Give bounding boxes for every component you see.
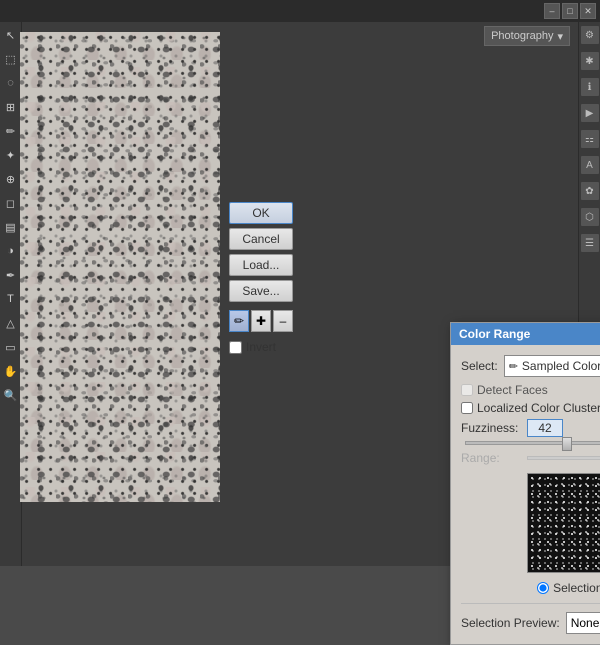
photography-preset[interactable]: Photography ▾ xyxy=(484,26,570,46)
fuzziness-label: Fuzziness: xyxy=(461,421,521,435)
range-track xyxy=(527,456,600,460)
crop-tool-icon[interactable]: ⊞ xyxy=(2,98,20,116)
left-toolbar: ↖ ⬚ ◌ ⊞ ✏ ✦ ⊕ ◻ ▤ ◑ ✒ T △ ▭ ✋ 🔍 xyxy=(0,22,22,566)
dialog-title: Color Range xyxy=(459,327,530,341)
selection-label: Selection xyxy=(553,581,600,595)
preset-arrow: ▾ xyxy=(557,30,563,43)
eyedropper-tools: ✏ ✚ – xyxy=(229,310,293,332)
selection-radio-option[interactable]: Selection xyxy=(537,581,600,595)
preview-dots xyxy=(528,474,600,572)
minimize-button[interactable]: – xyxy=(544,3,560,19)
panel-icon-3[interactable]: ℹ xyxy=(581,78,599,96)
brush-tool-icon[interactable]: ✦ xyxy=(2,146,20,164)
hand-tool-icon[interactable]: ✋ xyxy=(2,362,20,380)
localized-clusters-label: Localized Color Clusters xyxy=(477,401,600,415)
invert-row: Invert xyxy=(229,340,293,354)
dialog-body: Select: ✏ Sampled Colors ▾ Detect Faces xyxy=(451,345,600,644)
select-dropdown[interactable]: ✏ Sampled Colors ▾ xyxy=(504,355,600,377)
zoom-tool-icon[interactable]: 🔍 xyxy=(2,386,20,404)
invert-checkbox[interactable] xyxy=(229,341,242,354)
select-tool-icon[interactable]: ⬚ xyxy=(2,50,20,68)
granite-texture xyxy=(20,32,220,502)
detect-faces-checkbox[interactable] xyxy=(461,384,473,396)
gradient-tool-icon[interactable]: ▤ xyxy=(2,218,20,236)
ok-button[interactable]: OK xyxy=(229,202,293,224)
restore-button[interactable]: □ xyxy=(562,3,578,19)
fuzziness-slider-thumb[interactable] xyxy=(562,437,572,451)
preset-label: Photography xyxy=(491,30,553,42)
panel-icon-4[interactable]: ▶ xyxy=(581,104,599,122)
preview-sel-label: Selection Preview: xyxy=(461,616,560,630)
move-tool-icon[interactable]: ↖ xyxy=(2,26,20,44)
fuzziness-input[interactable] xyxy=(527,419,563,437)
panel-icon-7[interactable]: ✿ xyxy=(581,182,599,200)
clone-tool-icon[interactable]: ⊕ xyxy=(2,170,20,188)
fuzziness-slider-track xyxy=(465,441,600,445)
localized-clusters-row: Localized Color Clusters xyxy=(461,401,600,415)
panel-icon-2[interactable]: ✱ xyxy=(581,52,599,70)
dodge-tool-icon[interactable]: ◑ xyxy=(2,242,20,260)
cancel-button[interactable]: Cancel xyxy=(229,228,293,250)
panel-icon-6[interactable]: A xyxy=(581,156,599,174)
localized-clusters-checkbox[interactable] xyxy=(461,402,473,414)
lasso-tool-icon[interactable]: ◌ xyxy=(2,74,20,92)
preview-area xyxy=(527,473,600,573)
eyedropper-tool-subtract[interactable]: – xyxy=(273,310,293,332)
window-titlebar: – □ ✕ xyxy=(0,0,600,22)
dialog-titlebar[interactable]: Color Range ✕ xyxy=(451,323,600,345)
detect-faces-label: Detect Faces xyxy=(477,383,548,397)
fuzziness-slider-container xyxy=(461,441,600,445)
pen-tool-icon[interactable]: ✒ xyxy=(2,266,20,284)
eraser-tool-icon[interactable]: ◻ xyxy=(2,194,20,212)
range-row: Range: % xyxy=(461,451,600,465)
range-label: Range: xyxy=(461,451,521,465)
eyedropper-tool-1[interactable]: ✏ xyxy=(229,310,249,332)
select-value: Sampled Colors xyxy=(522,359,600,373)
select-label: Select: xyxy=(461,359,498,373)
panel-icon-1[interactable]: ⚙ xyxy=(581,26,599,44)
load-button[interactable]: Load... xyxy=(229,254,293,276)
panel-icon-5[interactable]: ⚏ xyxy=(581,130,599,148)
save-button[interactable]: Save... xyxy=(229,280,293,302)
selection-radio[interactable] xyxy=(537,582,549,594)
select-row: Select: ✏ Sampled Colors ▾ xyxy=(461,355,600,377)
preview-dropdown[interactable]: None ▾ xyxy=(566,612,600,634)
select-dropdown-text: ✏ Sampled Colors xyxy=(509,359,600,373)
close-button[interactable]: ✕ xyxy=(580,3,596,19)
select-eyedropper-icon: ✏ xyxy=(509,360,518,373)
image-canvas xyxy=(20,32,220,502)
type-tool-icon[interactable]: T xyxy=(2,290,20,308)
workspace: Photography ▾ ↖ ⬚ ◌ ⊞ ✏ ✦ ⊕ ◻ ▤ ◑ ✒ T △ … xyxy=(0,22,600,566)
eyedropper-tool-icon[interactable]: ✏ xyxy=(2,122,20,140)
granite-inner xyxy=(20,32,220,502)
preview-value: None xyxy=(571,616,600,630)
invert-label: Invert xyxy=(246,340,276,354)
dialog-buttons: OK Cancel Load... Save... ✏ ✚ – Invert xyxy=(229,202,293,354)
eyedropper-tool-add[interactable]: ✚ xyxy=(251,310,271,332)
preview-row: Selection Preview: None ▾ xyxy=(461,603,600,634)
detect-faces-row: Detect Faces xyxy=(461,383,600,397)
path-tool-icon[interactable]: △ xyxy=(2,314,20,332)
fuzziness-row: Fuzziness: xyxy=(461,419,600,437)
color-range-dialog: Color Range ✕ Select: ✏ Sampled Colors ▾ xyxy=(450,322,600,645)
radio-row: Selection Image xyxy=(461,581,600,595)
shape-tool-icon[interactable]: ▭ xyxy=(2,338,20,356)
panel-icon-8[interactable]: ⬡ xyxy=(581,208,599,226)
panel-icon-layers[interactable]: ☰ xyxy=(581,234,599,252)
